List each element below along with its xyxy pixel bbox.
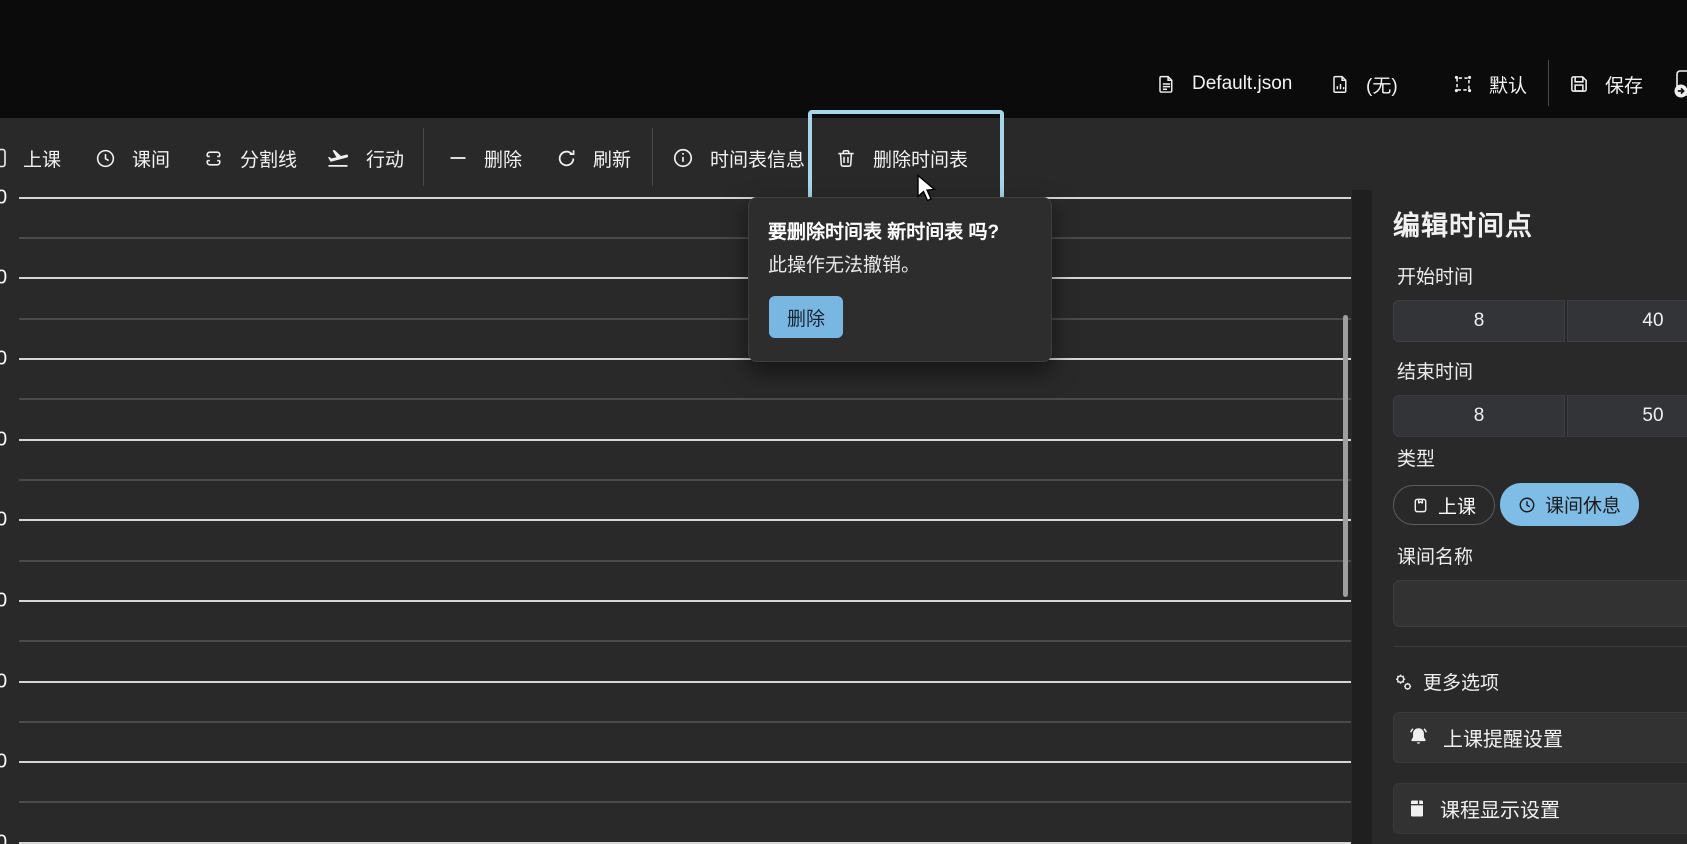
- export-button[interactable]: [1672, 64, 1687, 104]
- start-time-label: 开始时间: [1397, 267, 1474, 288]
- end-hour-input[interactable]: 8: [1393, 395, 1565, 437]
- toolbar-item-label: 分割线: [240, 149, 298, 171]
- timeline-scrollbar[interactable]: [1343, 315, 1348, 597]
- start-hour-input[interactable]: 8: [1393, 300, 1565, 342]
- break-name-input[interactable]: [1393, 580, 1687, 627]
- timeline-minor-line: [19, 721, 1351, 723]
- notebook-icon: [1407, 798, 1427, 819]
- timeline-major-line: [19, 681, 1351, 683]
- profile-label: (无): [1366, 75, 1398, 97]
- refresh-icon: [556, 148, 577, 169]
- default-label: 默认: [1489, 75, 1528, 97]
- time-tick-label: 0: [0, 266, 8, 289]
- timeline-minor-line: [19, 801, 1351, 803]
- more-options-label: 更多选项: [1423, 673, 1500, 694]
- timeline-major-line: [19, 519, 1351, 521]
- timeline-minor-line: [19, 237, 1351, 239]
- end-time-row: 8 50: [1393, 395, 1687, 437]
- profile-button[interactable]: (无): [1330, 64, 1398, 104]
- split-icon: [203, 148, 224, 169]
- panel-title: 编辑时间点: [1393, 211, 1533, 241]
- clock-icon: [1518, 496, 1536, 514]
- selection-icon: [1452, 73, 1474, 95]
- save-label: 保存: [1605, 75, 1644, 97]
- time-tick-label: 0: [0, 670, 8, 693]
- app-window: Default.json (无) 默认 保存 上课 课间 分割线 行动 删除 刷…: [0, 0, 1687, 844]
- minus-icon: [448, 148, 468, 168]
- save-icon: [1568, 73, 1590, 95]
- course-display-settings-expander[interactable]: 课程显示设置: [1393, 783, 1687, 834]
- timeline-major-line: [19, 277, 1351, 279]
- timeline-minor-line: [19, 398, 1351, 400]
- more-options-header: 更多选项: [1393, 668, 1499, 695]
- end-time-label: 结束时间: [1397, 362, 1474, 383]
- delete-timetable-focus-ring: [808, 110, 1004, 208]
- toolbar-item-label: 上课: [23, 149, 62, 171]
- break-name-label: 课间名称: [1397, 547, 1474, 568]
- document-icon: [1156, 74, 1177, 95]
- type-option-class[interactable]: 上课: [1393, 485, 1496, 525]
- bookmark-icon: [1412, 497, 1429, 514]
- type-option-break[interactable]: 课间休息: [1500, 483, 1640, 526]
- time-tick-label: 0: [0, 347, 8, 370]
- timeline-minor-line: [19, 479, 1351, 481]
- toolbar-item-label: 行动: [366, 149, 405, 171]
- info-icon: [672, 147, 694, 169]
- bookmark-icon: [0, 147, 7, 169]
- toolbar-item-label: 刷新: [593, 149, 632, 171]
- timeline-major-line: [19, 761, 1351, 763]
- time-tick-label: 0: [0, 186, 8, 209]
- timeline-major-line: [19, 197, 1351, 199]
- mouse-cursor: [916, 173, 942, 211]
- reminder-settings-expander[interactable]: 上课提醒设置: [1393, 712, 1687, 763]
- confirm-delete-button[interactable]: 删除: [769, 296, 843, 338]
- current-file-label: Default.json: [1192, 73, 1293, 94]
- edit-panel: 编辑时间点 开始时间 8 40 结束时间 8 50 类型 上课 课间休息 课间名…: [1372, 190, 1687, 844]
- timeline-grid[interactable]: 0 0 0 0 0 0 0 0 0: [0, 178, 1355, 844]
- delete-confirm-dialog: 要删除时间表 新时间表 吗? 此操作无法撤销。 删除: [748, 197, 1052, 362]
- time-tick-label: 0: [0, 831, 8, 844]
- time-tick-label: 0: [0, 589, 8, 612]
- type-label: 类型: [1397, 449, 1436, 470]
- header-separator: [1548, 60, 1549, 106]
- start-minute-input[interactable]: 40: [1567, 300, 1687, 342]
- current-file-button[interactable]: Default.json: [1156, 64, 1292, 104]
- dialog-title: 要删除时间表 新时间表 吗?: [768, 222, 1000, 243]
- title-bar: Default.json (无) 默认 保存: [0, 0, 1687, 118]
- save-button[interactable]: 保存: [1568, 64, 1643, 104]
- time-tick-label: 0: [0, 508, 8, 531]
- type-option-label: 上课: [1438, 496, 1477, 518]
- timeline-minor-line: [19, 318, 1351, 320]
- timeline-major-line: [19, 600, 1351, 602]
- default-button[interactable]: 默认: [1452, 64, 1527, 104]
- takeoff-icon: [326, 146, 350, 170]
- toolbar-item-label: 删除: [484, 149, 523, 171]
- timeline-major-line: [19, 439, 1351, 441]
- course-display-settings-label: 课程显示设置: [1440, 800, 1560, 822]
- timeline-minor-line: [19, 640, 1351, 642]
- start-time-row: 8 40: [1393, 300, 1687, 342]
- toolbar-item-label: 课间: [132, 149, 171, 171]
- timeline-minor-line: [19, 560, 1351, 562]
- panel-separator: [1352, 190, 1372, 844]
- end-minute-input[interactable]: 50: [1567, 395, 1687, 437]
- timeline-major-line: [19, 358, 1351, 360]
- time-tick-label: 0: [0, 750, 8, 773]
- bell-icon: [1407, 726, 1430, 749]
- chart-file-icon: [1330, 74, 1351, 95]
- toolbar-item-label: 时间表信息: [710, 149, 806, 171]
- type-option-label: 课间休息: [1545, 496, 1622, 517]
- gears-icon: [1393, 672, 1413, 692]
- clock-icon: [95, 148, 116, 169]
- time-tick-label: 0: [0, 428, 8, 451]
- section-divider: [1393, 646, 1687, 647]
- dialog-message: 此操作无法撤销。: [768, 255, 921, 276]
- account-export-icon: [1672, 68, 1687, 100]
- reminder-settings-label: 上课提醒设置: [1443, 729, 1563, 751]
